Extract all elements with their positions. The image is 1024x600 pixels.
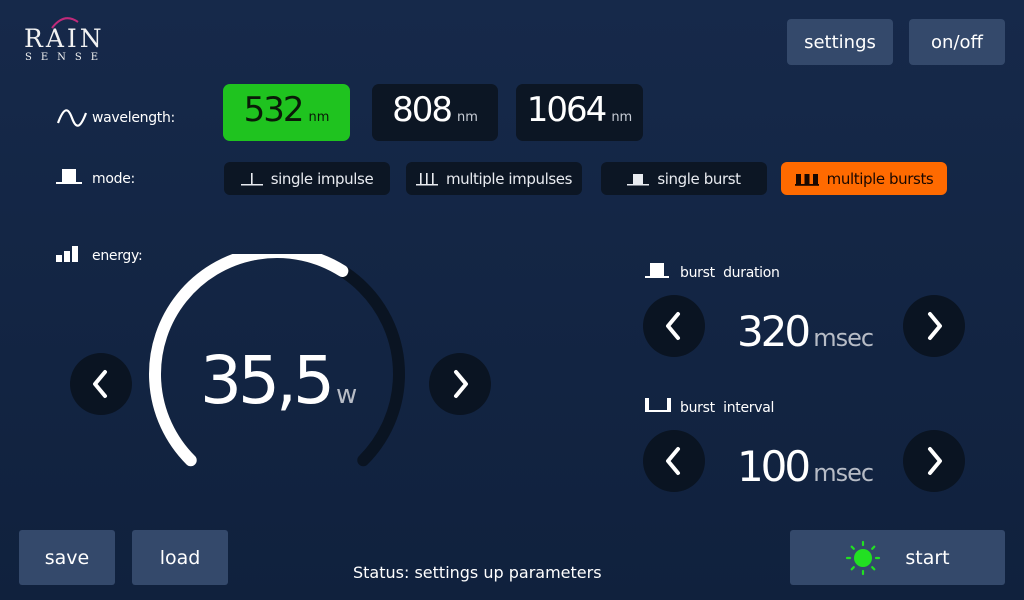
- single-burst-icon: [627, 173, 650, 185]
- logo-sub-text: SENSE: [25, 52, 108, 63]
- wavelength-label: wavelength:: [92, 110, 175, 126]
- energy-bars-icon: [56, 246, 78, 262]
- wave-icon: [56, 109, 88, 127]
- start-button[interactable]: start: [790, 530, 1005, 585]
- burst-interval-readout: 100 msec: [715, 442, 895, 491]
- load-button[interactable]: load: [132, 530, 228, 585]
- wavelength-value: 1064: [526, 90, 608, 130]
- wavelength-unit: nm: [457, 110, 478, 125]
- burst-duration-decrease-button[interactable]: [643, 295, 705, 357]
- chevron-right-icon: [928, 312, 942, 340]
- mode-option-label: multiple bursts: [826, 169, 934, 188]
- sun-status-icon: [846, 540, 881, 575]
- wavelength-value: 808: [392, 90, 453, 130]
- wavelength-1064-button[interactable]: 1064 nm: [516, 84, 643, 141]
- mode-multiple-impulses-button[interactable]: multiple impulses: [406, 162, 582, 195]
- single-impulse-icon: [240, 172, 263, 185]
- mode-icon: [56, 169, 82, 184]
- wavelength-unit: nm: [308, 110, 330, 125]
- wavelength-808-button[interactable]: 808 nm: [372, 84, 498, 141]
- chevron-left-icon: [666, 312, 680, 340]
- multiple-bursts-icon: [794, 173, 819, 186]
- energy-label: energy:: [92, 248, 143, 264]
- mode-single-impulse-button[interactable]: single impulse: [224, 162, 390, 195]
- status-text: Status: settings up parameters: [353, 563, 602, 582]
- chevron-left-icon: [93, 370, 107, 398]
- burst-interval-value: 100: [736, 442, 811, 491]
- chevron-left-icon: [666, 447, 680, 475]
- mode-option-label: multiple impulses: [445, 169, 573, 188]
- burst-duration-icon: [645, 263, 669, 278]
- burst-interval-unit: msec: [813, 459, 874, 487]
- chevron-right-icon: [454, 370, 468, 398]
- energy-readout: 35,5 w: [200, 342, 370, 432]
- energy-decrease-button[interactable]: [70, 353, 132, 415]
- energy-increase-button[interactable]: [429, 353, 491, 415]
- burst-interval-increase-button[interactable]: [903, 430, 965, 492]
- burst-interval-label: burst interval: [680, 400, 775, 416]
- burst-duration-readout: 320 msec: [715, 307, 895, 356]
- settings-button[interactable]: settings: [787, 19, 893, 65]
- rain-sense-logo: RAIN SENSE: [22, 14, 122, 66]
- burst-interval-decrease-button[interactable]: [643, 430, 705, 492]
- energy-unit: w: [336, 380, 358, 410]
- mode-single-burst-button[interactable]: single burst: [601, 162, 767, 195]
- energy-value: 35,5: [200, 342, 335, 419]
- multiple-impulses-icon: [415, 172, 438, 185]
- mode-multiple-bursts-button[interactable]: multiple bursts: [781, 162, 947, 195]
- burst-duration-value: 320: [736, 307, 811, 356]
- wavelength-unit: nm: [611, 110, 633, 125]
- mode-label: mode:: [92, 171, 135, 187]
- mode-option-label: single burst: [657, 169, 741, 188]
- chevron-right-icon: [928, 447, 942, 475]
- save-button[interactable]: save: [19, 530, 115, 585]
- burst-duration-increase-button[interactable]: [903, 295, 965, 357]
- burst-duration-unit: msec: [813, 324, 874, 352]
- mode-option-label: single impulse: [270, 169, 374, 188]
- burst-interval-icon: [645, 398, 671, 412]
- wavelength-value: 532: [243, 90, 305, 130]
- logo-main-text: RAIN: [24, 24, 105, 53]
- start-label: start: [905, 546, 950, 569]
- wavelength-532-button[interactable]: 532 nm: [223, 84, 350, 141]
- onoff-button[interactable]: on/off: [909, 19, 1005, 65]
- burst-duration-label: burst duration: [680, 265, 780, 281]
